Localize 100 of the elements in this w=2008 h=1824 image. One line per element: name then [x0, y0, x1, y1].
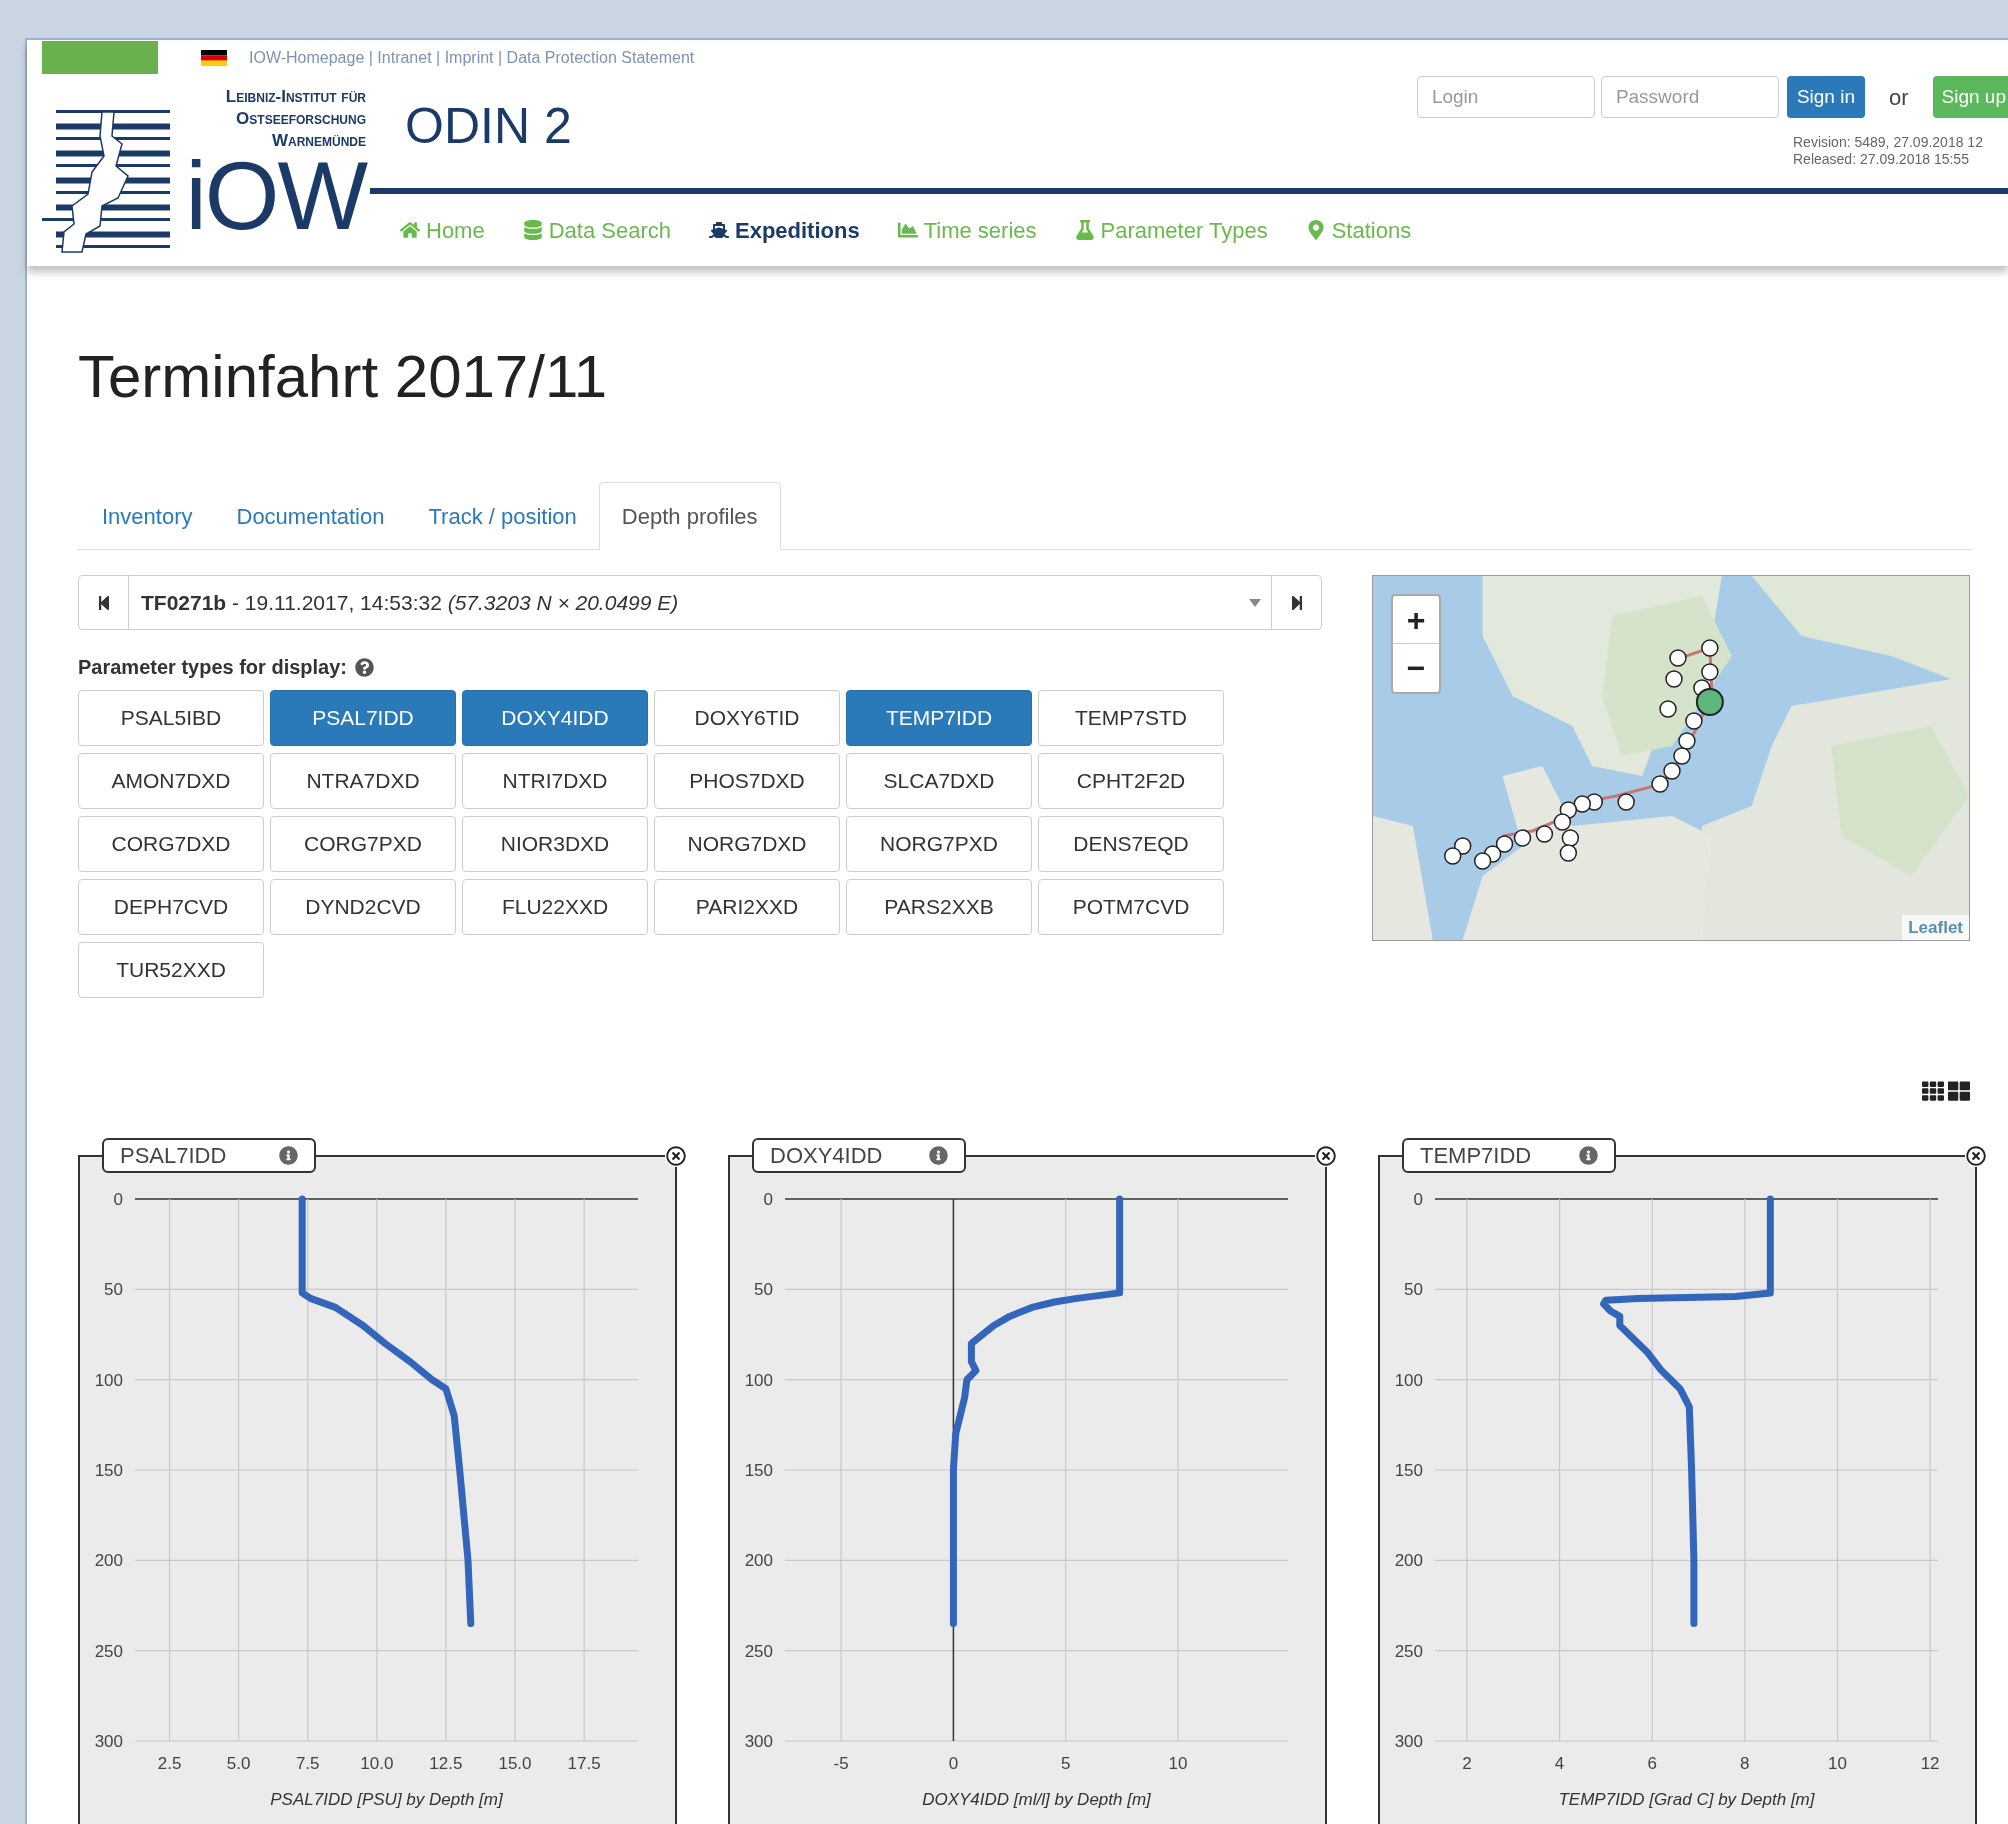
- flag-icon[interactable]: [201, 50, 227, 66]
- close-button[interactable]: [1315, 1145, 1337, 1167]
- parameter-toggle[interactable]: DOXY4IDD: [462, 690, 648, 746]
- parameter-toggle[interactable]: CORG7PXD: [270, 816, 456, 872]
- parameter-toggle[interactable]: CORG7DXD: [78, 816, 264, 872]
- info-icon[interactable]: [929, 1146, 948, 1165]
- axis-tick-label: 5: [1060, 1754, 1071, 1773]
- caret-icon: [1249, 598, 1261, 607]
- axis-title: DOXY4IDD [ml/l] by Depth [m]: [922, 1790, 1151, 1809]
- axis-tick-label: 200: [94, 1551, 123, 1571]
- axis-tick-label: 200: [744, 1551, 773, 1571]
- axis-tick-label: 150: [744, 1461, 773, 1480]
- parameter-toggle[interactable]: TEMP7STD: [1038, 690, 1224, 746]
- password-field[interactable]: Password: [1600, 76, 1779, 118]
- parameter-toggle[interactable]: PARI2XXD: [654, 879, 840, 935]
- tab[interactable]: Inventory: [80, 482, 215, 550]
- close-button[interactable]: [1965, 1145, 1987, 1167]
- parameter-toggle[interactable]: PARS2XXB: [846, 879, 1032, 935]
- tab[interactable]: Track / position: [406, 482, 599, 550]
- database-icon: [522, 220, 543, 240]
- page-title: Terminfahrt 2017/11: [78, 342, 609, 412]
- parameter-toggle[interactable]: DENS7EQD: [1038, 816, 1224, 872]
- axis-tick-label: 0: [948, 1754, 959, 1773]
- parameter-toggle[interactable]: FLU22XXD: [462, 879, 648, 935]
- large-grid-icon[interactable]: [1948, 1080, 1970, 1102]
- info-icon[interactable]: [1579, 1146, 1598, 1165]
- axis-title: PSAL7IDD [PSU] by Depth [m]: [270, 1790, 503, 1809]
- axis-tick-label: 12.5: [429, 1754, 463, 1773]
- axis-tick-label: 300: [94, 1732, 123, 1751]
- axis-tick-label: 0: [763, 1190, 773, 1209]
- parameter-toggle[interactable]: NTRA7DXD: [270, 753, 456, 809]
- axis-tick-label: 250: [744, 1641, 773, 1661]
- parameter-toggle[interactable]: NORG7DXD: [654, 816, 840, 872]
- parameter-toggle[interactable]: NORG7PXD: [846, 816, 1032, 872]
- axis-tick-label: 50: [754, 1280, 773, 1300]
- ship-icon: [709, 220, 729, 240]
- institute-name: Leibniz-Institut für: [225, 86, 366, 108]
- institute-name: Ostseeforschung: [236, 108, 366, 130]
- axis-tick-label: 6: [1647, 1754, 1657, 1773]
- help-icon[interactable]: [355, 657, 374, 677]
- station-select[interactable]: TF0271b - 19.11.2017, 14:53:32 (57.3203 N × 20.0499 E): [129, 575, 1271, 630]
- map-marker-icon: [1305, 220, 1326, 240]
- chart-title: TEMP7IDD: [1420, 1142, 1532, 1170]
- axis-tick-label: 5.0: [226, 1754, 251, 1773]
- axis-tick-label: 2: [1462, 1754, 1472, 1773]
- parameter-toggle[interactable]: AMON7DXD: [78, 753, 264, 809]
- axis-tick-label: 250: [94, 1641, 123, 1661]
- parameter-label: Parameter types for display:: [78, 655, 347, 680]
- axis-tick-label: 150: [1394, 1461, 1423, 1480]
- parameter-toggle[interactable]: POTM7CVD: [1038, 879, 1224, 935]
- area-chart-icon: [897, 220, 918, 240]
- axis-tick-label: 8: [1740, 1754, 1750, 1773]
- or-text: or: [1889, 83, 1909, 112]
- parameter-toggle[interactable]: PSAL5IBD: [78, 690, 264, 746]
- parameter-toggle[interactable]: DOXY6TID: [654, 690, 840, 746]
- parameter-toggle[interactable]: NTRI7DXD: [462, 753, 648, 809]
- sign-in-button[interactable]: Sign in: [1786, 76, 1865, 118]
- axis-tick-label: 0: [1413, 1190, 1423, 1209]
- small-grid-icon[interactable]: [1922, 1080, 1944, 1102]
- axis-tick-label: 12: [1920, 1754, 1940, 1773]
- parameter-toggle[interactable]: PSAL7IDD: [270, 690, 456, 746]
- axis-tick-label: 4: [1554, 1754, 1565, 1773]
- axis-tick-label: 100: [94, 1370, 123, 1390]
- next-button[interactable]: [1271, 575, 1322, 630]
- axis-tick-label: 7.5: [295, 1754, 320, 1773]
- parameter-toggle[interactable]: SLCA7DXD: [846, 753, 1032, 809]
- axis-tick-label: 10.0: [360, 1754, 394, 1773]
- axis-tick-label: 2.5: [157, 1754, 182, 1773]
- parameter-toggle[interactable]: CPHT2F2D: [1038, 753, 1224, 809]
- parameter-toggle[interactable]: PHOS7DXD: [654, 753, 840, 809]
- zoom-in-button[interactable]: +: [1393, 596, 1439, 644]
- parameter-toggle[interactable]: TUR52XXD: [78, 942, 264, 998]
- logo-mark: iOW: [185, 154, 366, 238]
- login-field[interactable]: Login: [1416, 76, 1595, 118]
- nav-link[interactable]: Expeditions: [709, 213, 860, 247]
- revision-text: Released: 27.09.2018 15:55: [1793, 151, 1969, 168]
- axis-tick-label: 250: [1394, 1641, 1423, 1661]
- tab[interactable]: Documentation: [214, 482, 407, 550]
- institute-name: Warnemünde: [271, 130, 366, 152]
- chart-title: DOXY4IDD: [770, 1142, 883, 1170]
- axis-tick-label: 15.0: [498, 1754, 532, 1773]
- axis-tick-label: 10: [1168, 1754, 1188, 1773]
- parameter-toggle[interactable]: DYND2CVD: [270, 879, 456, 935]
- parameter-toggle[interactable]: TEMP7IDD: [846, 690, 1032, 746]
- previous-button[interactable]: [78, 575, 129, 630]
- axis-tick-label: 50: [104, 1280, 123, 1300]
- home-icon: [400, 220, 420, 240]
- flask-icon: [1074, 220, 1095, 240]
- revision-text: Revision: 5489, 27.09.2018 12: [1793, 134, 1983, 151]
- tab[interactable]: Depth profiles: [598, 482, 781, 550]
- close-button[interactable]: [665, 1145, 687, 1167]
- zoom-out-button[interactable]: −: [1393, 644, 1439, 692]
- axis-tick-label: -5: [833, 1754, 849, 1773]
- info-icon[interactable]: [279, 1146, 298, 1165]
- axis-tick-label: 150: [94, 1461, 123, 1480]
- axis-tick-label: 17.5: [567, 1754, 601, 1773]
- parameter-toggle[interactable]: NIOR3DXD: [462, 816, 648, 872]
- axis-tick-label: 50: [1404, 1280, 1423, 1300]
- parameter-toggle[interactable]: DEPH7CVD: [78, 879, 264, 935]
- axis-tick-label: 200: [1394, 1551, 1423, 1571]
